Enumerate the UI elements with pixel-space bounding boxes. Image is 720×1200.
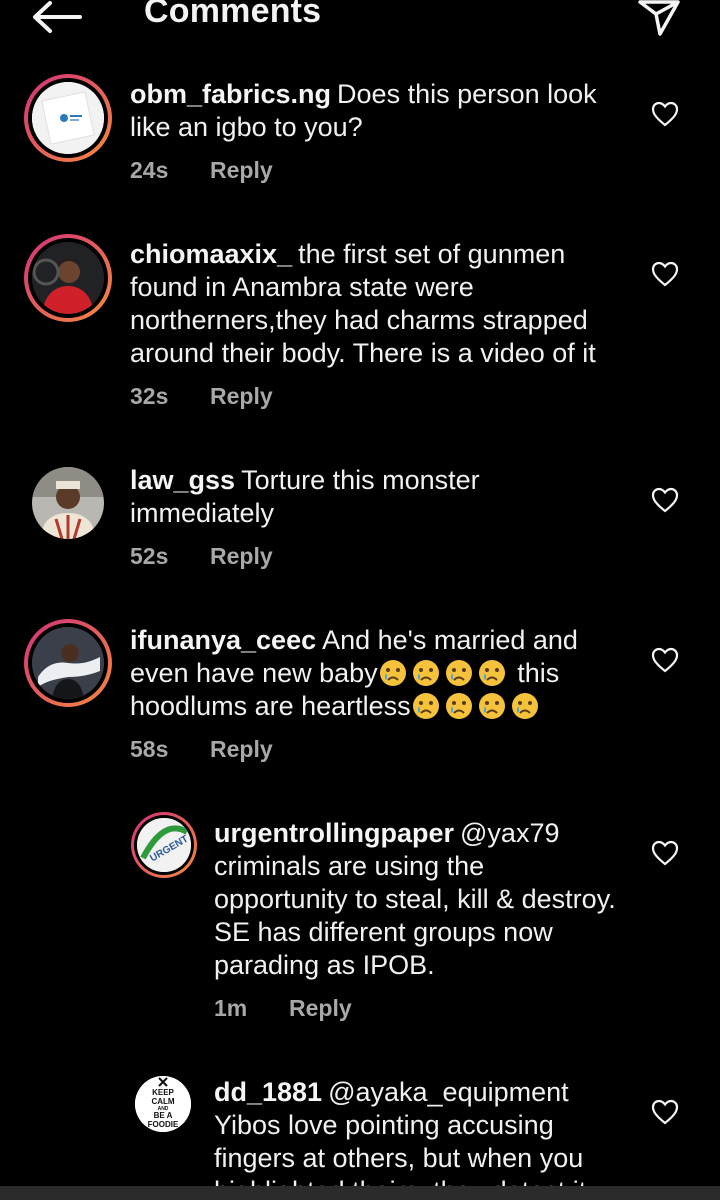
reply-button[interactable]: Reply	[289, 995, 352, 1021]
person-photo-icon	[32, 242, 104, 314]
comment-username[interactable]: urgentrollingpaper	[214, 818, 454, 848]
comment-meta: 52s Reply	[130, 543, 273, 570]
comment-username[interactable]: ifunanya_ceec	[130, 625, 316, 655]
mention-link[interactable]: @yax79	[460, 818, 559, 848]
brand-logo-icon: URGENT	[137, 818, 191, 872]
avatar-text: CALM	[151, 1097, 174, 1106]
comment-text: chiomaaxix_ the first set of gunmen found…	[130, 238, 620, 370]
comment-body: criminals are using the opportunity to s…	[214, 851, 616, 980]
story-ring[interactable]: URGENT	[131, 812, 197, 878]
avatar[interactable]	[32, 242, 104, 314]
reply-button[interactable]: Reply	[210, 383, 273, 409]
reply-button[interactable]: Reply	[210, 543, 273, 569]
comment-time: 58s	[130, 736, 169, 762]
reply-button[interactable]: Reply	[210, 157, 273, 183]
story-ring[interactable]	[24, 619, 112, 707]
mention-link[interactable]: @ayaka_equipment	[328, 1077, 569, 1107]
avatar[interactable]	[32, 627, 104, 699]
comment-body: Yibos love pointing accusing fingers at …	[214, 1110, 586, 1186]
comment-time: 24s	[130, 157, 169, 183]
comment-username[interactable]: dd_1881	[214, 1077, 322, 1107]
avatar[interactable]	[32, 82, 104, 154]
heart-icon[interactable]	[651, 101, 679, 127]
comment-text: ifunanya_ceec And he's married and even h…	[130, 624, 620, 723]
comment-text: urgentrollingpaper @yax79 criminals are u…	[214, 817, 624, 982]
avatar-text: FOODIE	[148, 1120, 179, 1129]
heart-icon[interactable]	[651, 647, 679, 673]
comment-text: obm_fabrics.ng Does this person look like…	[130, 78, 620, 144]
comment-time: 32s	[130, 383, 169, 409]
comment-list: obm_fabrics.ng Does this person look like…	[0, 0, 720, 1200]
comment-meta: 58s Reply	[130, 736, 273, 763]
crying-face-icon	[411, 691, 543, 721]
avatar-text: BE A	[154, 1111, 173, 1120]
keep-calm-icon: KEEP CALM AND BE A FOODIE	[135, 1076, 191, 1132]
heart-icon[interactable]	[651, 1099, 679, 1125]
heart-icon[interactable]	[651, 261, 679, 287]
person-photo-icon	[32, 627, 104, 699]
story-ring[interactable]	[24, 74, 112, 162]
person-photo-icon	[32, 467, 104, 539]
comment-username[interactable]: chiomaaxix_	[130, 239, 292, 269]
comment-text: law_gss Torture this monster immediately	[130, 464, 620, 530]
comment-text: dd_1881 @ayaka_equipment Yibos love point…	[214, 1076, 634, 1186]
heart-icon[interactable]	[651, 487, 679, 513]
avatar[interactable]	[32, 467, 104, 539]
avatar[interactable]: KEEP CALM AND BE A FOODIE	[135, 1076, 191, 1132]
comment-username[interactable]: law_gss	[130, 465, 235, 495]
comment-meta: 24s Reply	[130, 157, 273, 184]
comment-meta: 32s Reply	[130, 383, 273, 410]
avatar[interactable]: URGENT	[137, 818, 191, 872]
comment-time: 52s	[130, 543, 169, 569]
story-ring[interactable]	[24, 234, 112, 322]
crying-face-icon	[378, 658, 510, 688]
comment-username[interactable]: obm_fabrics.ng	[130, 79, 331, 109]
brand-logo-icon	[32, 82, 104, 154]
comment-time: 1m	[214, 995, 248, 1021]
reply-button[interactable]: Reply	[210, 736, 273, 762]
bottom-nav-bar	[0, 1186, 720, 1200]
heart-icon[interactable]	[651, 840, 679, 866]
comment-meta: 1m Reply	[214, 995, 352, 1022]
avatar-text: KEEP	[152, 1088, 174, 1097]
